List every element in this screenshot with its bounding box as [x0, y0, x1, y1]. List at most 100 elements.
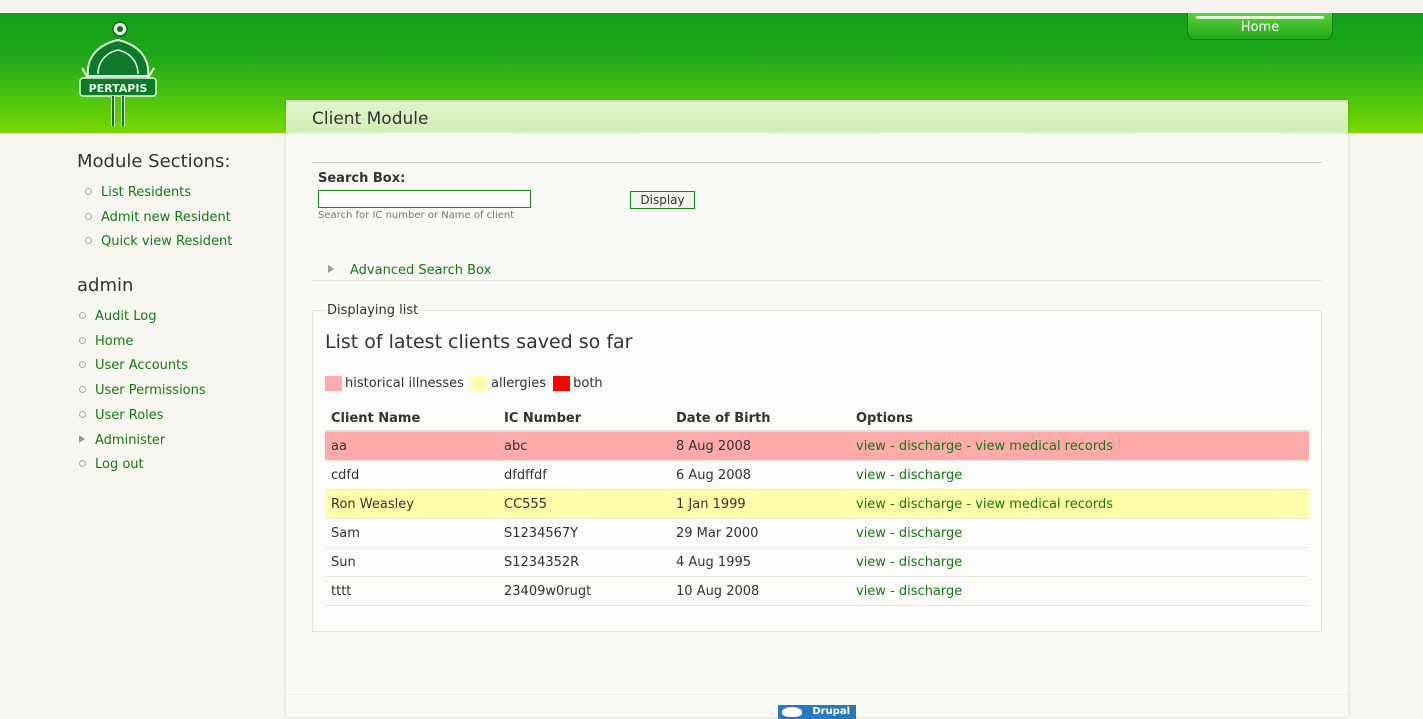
client-name-cell: cdfd [325, 460, 498, 490]
sidebar-item-log-out[interactable]: Log out [77, 454, 277, 479]
color-legend: historical illnesses allergies both [325, 376, 606, 391]
drupal-badge-label: Drupal [812, 706, 850, 717]
top-strip [0, 0, 1423, 13]
main-content: Client Module Search Box: Search for IC … [286, 100, 1348, 719]
circle-bullet-icon [85, 212, 92, 220]
module-sections-list: List Residents Admit new Resident Quick … [77, 182, 277, 256]
view-link[interactable]: view [856, 584, 886, 599]
fieldset-legend: Displaying list [326, 303, 420, 318]
table-row: aa abc 8 Aug 2008 view - discharge - view m… [325, 431, 1309, 461]
drupal-drop-icon [782, 707, 802, 717]
column-header-client-name[interactable]: Client Name [325, 406, 498, 432]
table-row: Ron Weasley CC555 1 Jan 1999 view - dischar… [325, 489, 1309, 519]
legend-swatch-both [553, 376, 571, 391]
view-link[interactable]: view [856, 497, 886, 512]
module-sections-heading: Module Sections: [77, 151, 231, 172]
client-name-cell: tttt [325, 576, 498, 606]
option-separator: - [885, 467, 899, 483]
discharge-link[interactable]: discharge [899, 584, 962, 599]
options-cell: view - discharge [850, 460, 1309, 490]
collapsed-triangle-icon [328, 265, 334, 273]
option-separator: - [885, 583, 899, 599]
display-button[interactable]: Display [630, 191, 695, 209]
option-separator: - [962, 438, 976, 454]
sidebar-item-list-residents[interactable]: List Residents [77, 182, 277, 207]
client-name-cell: Sun [325, 547, 498, 577]
search-input[interactable] [318, 190, 531, 208]
client-name-cell: Sam [325, 518, 498, 548]
sidebar-item-quick-view-resident[interactable]: Quick view Resident [77, 231, 277, 256]
sidebar-item-user-accounts[interactable]: User Accounts [77, 355, 277, 380]
column-header-ic-number[interactable]: IC Number [498, 406, 670, 432]
sidebar-item-home[interactable]: Home [77, 331, 277, 356]
view-link[interactable]: view [856, 526, 886, 541]
date-of-birth-cell: 10 Aug 2008 [670, 576, 850, 606]
date-of-birth-cell: 8 Aug 2008 [670, 431, 850, 461]
column-header-date-of-birth[interactable]: Date of Birth [670, 406, 850, 432]
table-row: Sam S1234567Y 29 Mar 2000 view - discharge [325, 518, 1309, 548]
circle-bullet-icon [79, 312, 86, 320]
date-of-birth-cell: 29 Mar 2000 [670, 518, 850, 548]
footer-divider [286, 694, 1348, 695]
table-row: tttt 23409w0rugt 10 Aug 2008 view - dischar… [325, 576, 1309, 606]
option-separator: - [885, 438, 899, 454]
options-cell: view - discharge [850, 518, 1309, 548]
view-link[interactable]: view [856, 555, 886, 570]
discharge-link[interactable]: discharge [899, 468, 962, 483]
circle-bullet-icon [79, 361, 86, 369]
sidebar-item-audit-log[interactable]: Audit Log [77, 306, 277, 331]
ic-number-cell: S1234352R [498, 547, 670, 577]
table-row: cdfd dfdffdf 6 Aug 2008 view - discharge [325, 460, 1309, 490]
advanced-search-collapsible[interactable]: Advanced Search Box [312, 260, 1322, 281]
admin-heading: admin [77, 275, 134, 297]
content-title-bar: Client Module [286, 100, 1348, 133]
options-cell: view - discharge - view medical records [850, 431, 1309, 461]
legend-label-allergies: allergies [491, 376, 546, 391]
discharge-link[interactable]: discharge [899, 555, 962, 570]
pertapis-logo[interactable]: PERTAPIS [78, 18, 158, 128]
view-link[interactable]: view [856, 439, 886, 454]
sidebar-item-user-roles[interactable]: User Roles [77, 405, 277, 430]
table-header-row: Client Name IC Number Date of Birth Opti… [325, 406, 1309, 432]
client-name-cell: aa [325, 431, 498, 461]
clients-table: Client Name IC Number Date of Birth Opti… [325, 406, 1309, 606]
sidebar-item-administer[interactable]: Administer [77, 430, 277, 455]
legend-label-historical: historical illnesses [345, 376, 464, 391]
home-tab[interactable]: Home [1187, 13, 1333, 40]
view-medical-records-link[interactable]: view medical records [975, 497, 1113, 512]
ic-number-cell: dfdffdf [498, 460, 670, 490]
sidebar-item-admit-new-resident[interactable]: Admit new Resident [77, 207, 277, 232]
circle-bullet-icon [79, 386, 86, 394]
discharge-link[interactable]: discharge [899, 497, 962, 512]
list-title: List of latest clients saved so far [325, 331, 633, 353]
collapsed-triangle-icon [79, 434, 85, 443]
circle-bullet-icon [79, 336, 86, 344]
circle-bullet-icon [85, 237, 92, 245]
date-of-birth-cell: 1 Jan 1999 [670, 489, 850, 519]
advanced-search-link[interactable]: Advanced Search Box [350, 263, 491, 278]
divider [312, 162, 1322, 163]
search-label: Search Box: [318, 171, 406, 186]
discharge-link[interactable]: discharge [899, 439, 962, 454]
options-cell: view - discharge - view medical records [850, 489, 1309, 519]
view-link[interactable]: view [856, 468, 886, 483]
ic-number-cell: S1234567Y [498, 518, 670, 548]
view-medical-records-link[interactable]: view medical records [975, 439, 1113, 454]
discharge-link[interactable]: discharge [899, 526, 962, 541]
options-cell: view - discharge [850, 576, 1309, 606]
option-separator: - [962, 496, 976, 512]
date-of-birth-cell: 6 Aug 2008 [670, 460, 850, 490]
sidebar-item-user-permissions[interactable]: User Permissions [77, 380, 277, 405]
options-cell: view - discharge [850, 547, 1309, 577]
search-hint: Search for IC number or Name of client [318, 210, 515, 221]
circle-bullet-icon [79, 410, 86, 418]
table-row: Sun S1234352R 4 Aug 1995 view - discharge [325, 547, 1309, 577]
client-name-cell: Ron Weasley [325, 489, 498, 519]
legend-swatch-allergies [471, 376, 489, 391]
ic-number-cell: 23409w0rugt [498, 576, 670, 606]
sidebar: Module Sections: List Residents Admit ne… [77, 150, 277, 479]
column-header-options: Options [850, 406, 1309, 432]
page-title: Client Module [312, 109, 429, 129]
svg-text:PERTAPIS: PERTAPIS [89, 82, 148, 95]
ic-number-cell: abc [498, 431, 670, 461]
